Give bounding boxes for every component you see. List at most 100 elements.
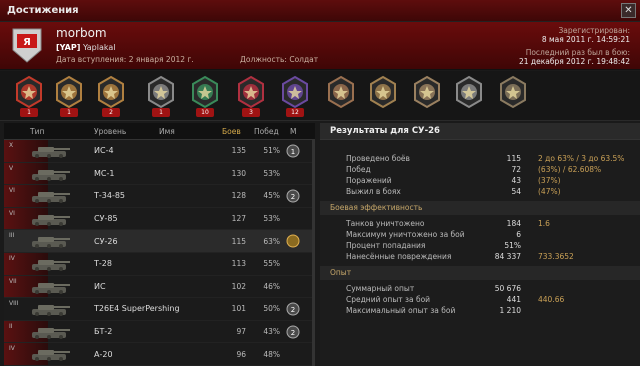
- win-rate: 53%: [263, 214, 280, 224]
- table-body: X ИС-4 135 51% 1 V МС-1 130 53% VI Т-34-85 128 45% 2 V…: [4, 140, 315, 366]
- tank-icon: [32, 169, 70, 181]
- joined-info: Дата вступления: 2 января 2012 г.: [56, 55, 194, 64]
- battles-count: 101: [231, 304, 246, 314]
- joined-date: 2 января 2012 г.: [128, 55, 194, 64]
- window-title: Достижения: [7, 5, 79, 16]
- stat-extra: (63%) / 62.608%: [538, 165, 602, 174]
- tier-label: VI: [9, 209, 15, 217]
- col-wins[interactable]: Побед: [254, 127, 279, 136]
- stat-extra: 2 до 63% / 3 до 63.5%: [538, 154, 625, 163]
- win-rate: 53%: [263, 168, 280, 178]
- stat-label: Побед: [346, 165, 371, 174]
- scrollbar[interactable]: [312, 140, 315, 366]
- medal-cross2-icon[interactable]: [454, 75, 484, 117]
- position-label: Должность:: [240, 55, 287, 64]
- tank-icon: [32, 192, 70, 204]
- medal-red-ribbon-icon[interactable]: 3: [236, 75, 266, 117]
- stat-value: 72: [511, 165, 521, 174]
- stat-value: 441: [506, 295, 521, 304]
- table-row[interactable]: IV А-20 96 48%: [4, 343, 315, 366]
- table-header: Тип Уровень Имя Боев Побед М: [4, 123, 315, 140]
- col-battles[interactable]: Боев: [222, 127, 241, 136]
- win-rate: 46%: [263, 281, 280, 291]
- table-row[interactable]: VI СУ-85 127 53%: [4, 207, 315, 231]
- mastery-badge-icon: 1: [286, 144, 300, 158]
- vehicle-name: Т-34-85: [94, 191, 126, 201]
- stat-value: 84 337: [494, 252, 521, 261]
- tier-label: V: [9, 164, 14, 172]
- vehicle-name: СУ-85: [94, 214, 118, 224]
- vehicle-name: СУ-26: [94, 236, 118, 246]
- stat-label: Выжил в боях: [346, 187, 401, 196]
- medal-star2-icon[interactable]: [498, 75, 528, 117]
- stat-value: 51%: [504, 241, 521, 250]
- col-name[interactable]: Имя: [159, 127, 175, 136]
- svg-text:2: 2: [291, 329, 295, 337]
- battles-count: 102: [231, 281, 246, 291]
- vehicle-name: ИС-4: [94, 146, 114, 156]
- achievements-window: Достижения ✕ Я morbom [YAP] Yaplakal Дат…: [0, 0, 640, 366]
- col-mastery[interactable]: М: [290, 127, 296, 136]
- medal-tank-icon[interactable]: 1: [54, 75, 84, 117]
- battles-count: 128: [231, 191, 246, 201]
- medal-green-ribbon-icon[interactable]: 10: [190, 75, 220, 117]
- tank-icon: [32, 147, 70, 158]
- battles-count: 130: [231, 168, 246, 178]
- tier-label: III: [9, 232, 15, 240]
- table-row[interactable]: VI Т-34-85 128 45% 2: [4, 185, 315, 208]
- win-rate: 43%: [263, 327, 280, 337]
- table-row[interactable]: II БТ-2 97 43% 2: [4, 320, 315, 344]
- last-battle-value: 21 декабря 2012 г. 19:48:42: [519, 57, 630, 66]
- stat-extra: 1.6: [538, 219, 550, 228]
- mastery-badge-icon: 2: [286, 189, 300, 203]
- battles-count: 96: [236, 349, 246, 359]
- registered-label: Зарегистрирован:: [558, 26, 630, 35]
- stat-label: Максимум уничтожено за бой: [346, 230, 465, 239]
- table-row[interactable]: VII ИС 102 46%: [4, 275, 315, 299]
- stat-row: Нанесённые повреждения 84 337 733.3652: [320, 252, 640, 263]
- svg-text:2: 2: [291, 193, 295, 201]
- stat-row: Процент попадания 51%: [320, 241, 640, 252]
- medal-count: 1: [152, 108, 170, 117]
- table-row[interactable]: VIII T26E4 SuperPershing 101 50% 2: [4, 298, 315, 321]
- joined-label: Дата вступления:: [56, 55, 127, 64]
- medal-star-icon[interactable]: [412, 75, 442, 117]
- position-info: Должность: Солдат: [240, 55, 318, 64]
- stat-value: 6: [516, 230, 521, 239]
- medal-bronze-icon[interactable]: [326, 75, 356, 117]
- col-level[interactable]: Уровень: [94, 127, 126, 136]
- results-title: Результаты для СУ-26: [320, 123, 640, 140]
- vehicle-name: Т-28: [94, 259, 112, 269]
- clan-name: Yaplakal: [82, 43, 116, 52]
- medal-count: 12: [286, 108, 304, 117]
- medal-tank3-icon[interactable]: 1: [146, 75, 176, 117]
- stat-row: Максимум уничтожено за бой 6: [320, 230, 640, 241]
- table-row[interactable]: X ИС-4 135 51% 1: [4, 140, 315, 163]
- stat-label: Проведено боёв: [346, 154, 410, 163]
- medal-order-icon[interactable]: 1: [14, 75, 44, 117]
- tank-icon: [32, 327, 70, 339]
- medal-count: 2: [102, 108, 120, 117]
- stat-value: 43: [511, 176, 521, 185]
- tier-label: VII: [9, 277, 17, 285]
- medal-cross-icon[interactable]: [368, 75, 398, 117]
- table-row[interactable]: III СУ-26 115 63%: [4, 230, 315, 253]
- table-row[interactable]: IV Т-28 113 55%: [4, 252, 315, 276]
- close-button[interactable]: ✕: [621, 3, 636, 18]
- stat-row: Поражений 43 (37%): [320, 176, 640, 187]
- medal-purple-ribbon-icon[interactable]: 12: [280, 75, 310, 117]
- vehicle-name: T26E4 SuperPershing: [94, 304, 180, 314]
- stat-extra: (37%): [538, 176, 561, 185]
- tier-label: II: [9, 322, 13, 330]
- medal-tank2-icon[interactable]: 2: [96, 75, 126, 117]
- col-type[interactable]: Тип: [30, 127, 44, 136]
- stat-value: 1 210: [499, 306, 521, 315]
- win-rate: 45%: [263, 191, 280, 201]
- stat-label: Нанесённые повреждения: [346, 252, 452, 261]
- medal-count: 1: [20, 108, 38, 117]
- battles-count: 115: [231, 236, 246, 246]
- win-rate: 48%: [263, 349, 280, 359]
- stat-value: 50 676: [494, 284, 521, 293]
- table-row[interactable]: V МС-1 130 53%: [4, 162, 315, 186]
- medal-count: 10: [196, 108, 214, 117]
